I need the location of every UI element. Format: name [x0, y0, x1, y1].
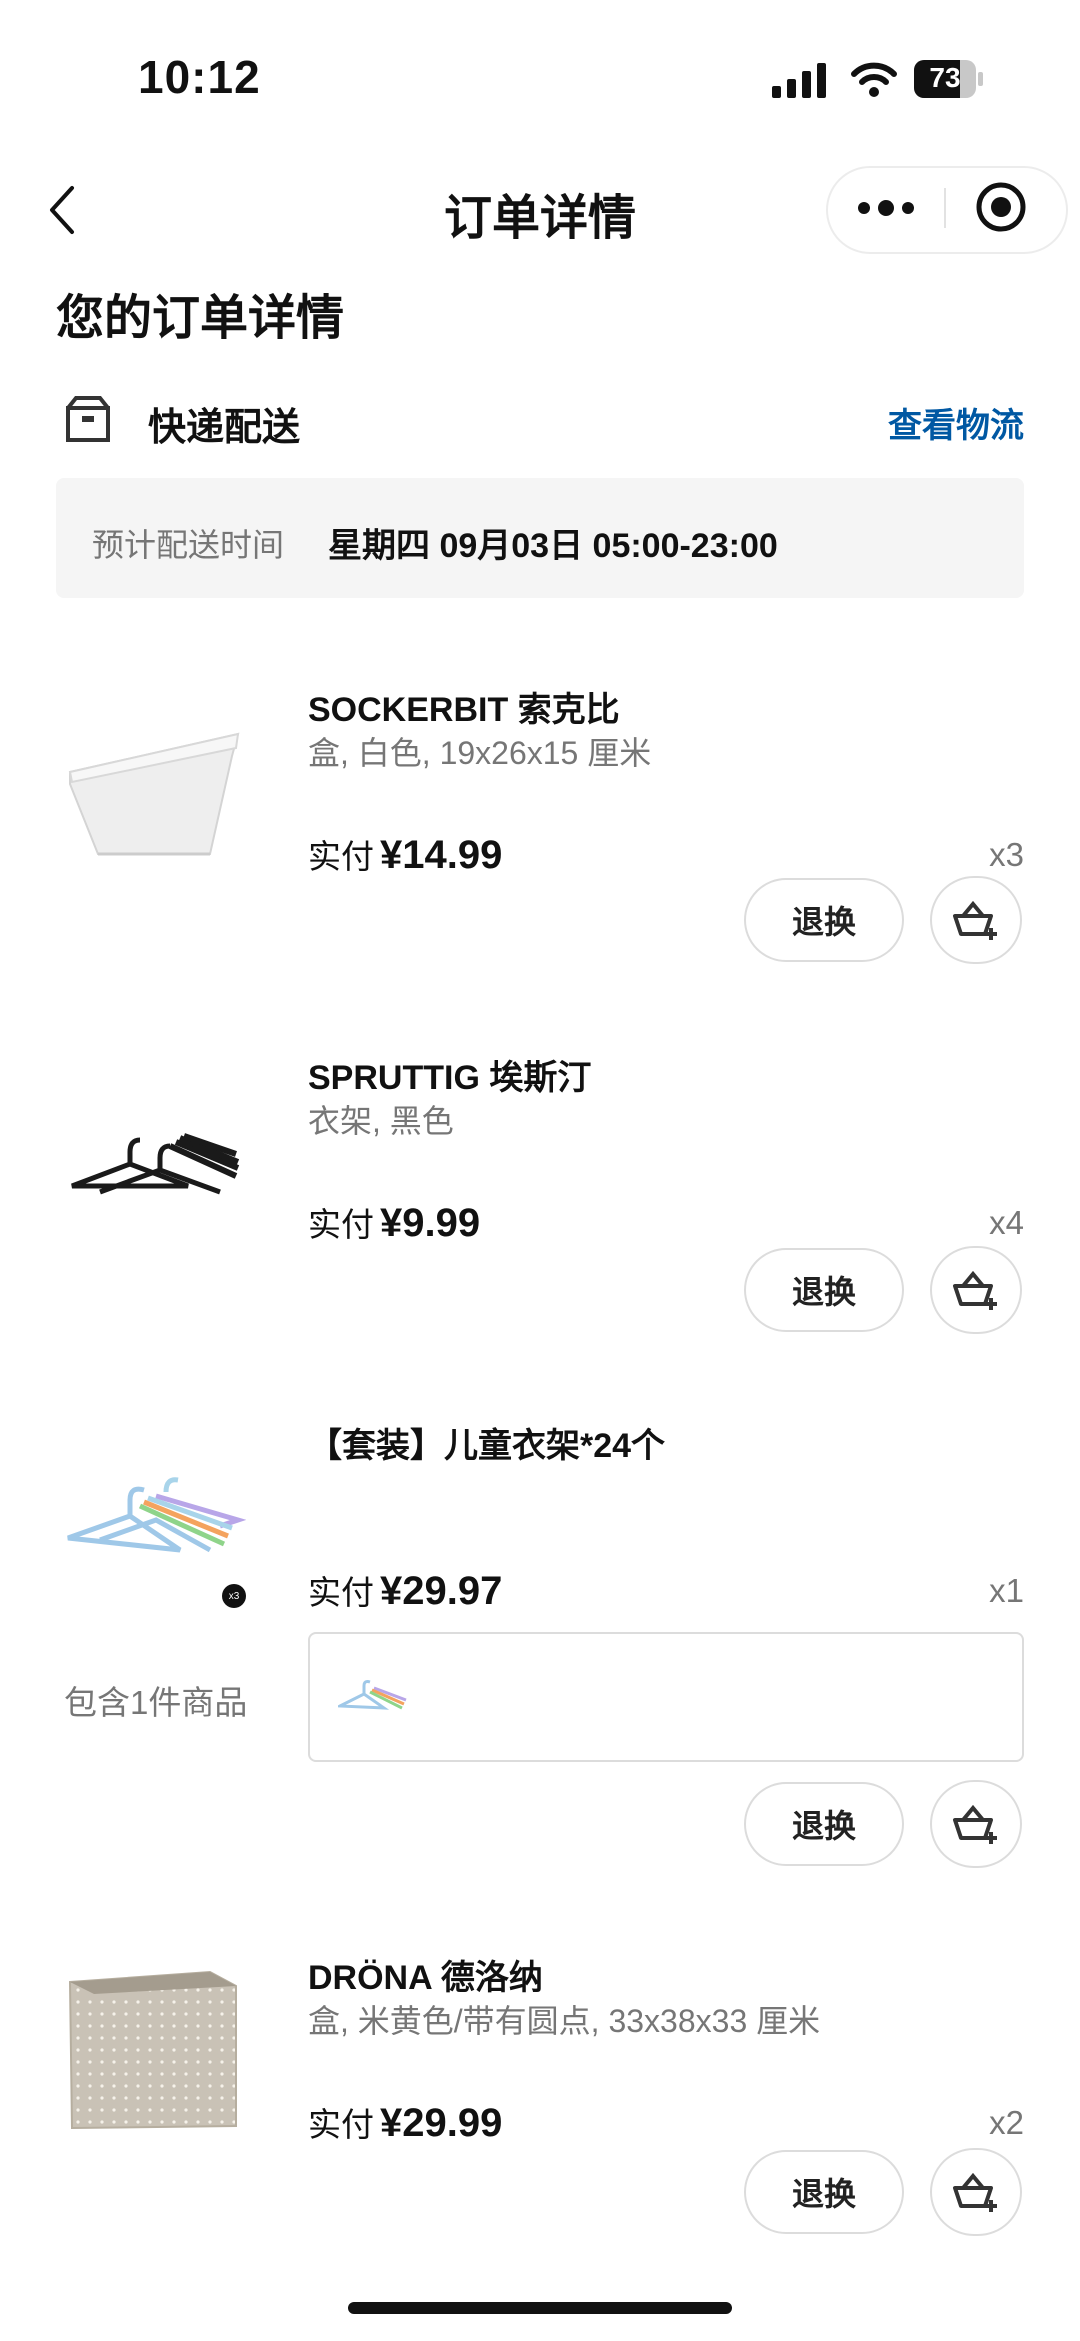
battery-icon: 73: [914, 60, 986, 98]
quantity: x2: [989, 2104, 1024, 2141]
quantity: x1: [989, 1572, 1024, 1609]
price-value: ¥9.99: [380, 1201, 481, 1245]
product-description: 盒, 米黄色/带有圆点, 33x38x33 厘米: [308, 2003, 821, 2039]
price-value: ¥14.99: [380, 833, 503, 877]
wifi-icon: [851, 62, 897, 97]
view-logistics-link[interactable]: 查看物流: [888, 398, 1024, 447]
product-name[interactable]: 【套装】儿童衣架*24个: [308, 1418, 665, 1467]
product-description: 盒, 白色, 19x26x15 厘米: [308, 735, 652, 771]
price-value: ¥29.97: [380, 1569, 503, 1613]
return-exchange-button[interactable]: 退换: [744, 1782, 904, 1866]
return-exchange-button[interactable]: 退换: [744, 2150, 904, 2234]
quantity: x3: [989, 836, 1024, 873]
product-name[interactable]: DRÖNA 德洛纳: [308, 1950, 543, 1999]
eta-value: 星期四 09月03日 05:00-23:00: [328, 527, 778, 565]
paid-label: 实付: [308, 838, 374, 875]
add-to-cart-button[interactable]: [930, 1246, 1022, 1334]
more-options-icon[interactable]: [856, 198, 916, 218]
delivery-box-icon: [66, 396, 110, 442]
cart-add-icon: [953, 900, 997, 940]
status-time: 10:12: [138, 51, 261, 103]
bundle-item-thumbnail[interactable]: [338, 1678, 408, 1714]
cart-add-icon: [953, 1270, 997, 1310]
bundle-quantity-badge: x3: [222, 1584, 246, 1608]
cart-add-icon: [953, 2172, 997, 2212]
close-miniprogram-icon[interactable]: [974, 180, 1028, 234]
quantity: x4: [989, 1204, 1024, 1241]
add-to-cart-button[interactable]: [930, 876, 1022, 964]
return-exchange-button[interactable]: 退换: [744, 1248, 904, 1332]
paid-price: 实付 ¥29.99: [308, 2098, 502, 2146]
bundle-contents-count: 包含1件商品: [64, 1684, 248, 1721]
add-to-cart-button[interactable]: [930, 2148, 1022, 2236]
product-description: 衣架, 黑色: [308, 1103, 454, 1139]
battery-level: 73: [929, 62, 961, 93]
price-value: ¥29.99: [380, 2101, 503, 2145]
product-name[interactable]: SPRUTTIG 埃斯汀: [308, 1050, 591, 1099]
return-exchange-button[interactable]: 退换: [744, 878, 904, 962]
order-details-heading: 您的订单详情: [56, 292, 345, 345]
paid-price: 实付 ¥29.97: [308, 1566, 502, 1614]
capsule-divider: [944, 188, 946, 228]
home-indicator[interactable]: [348, 2302, 732, 2314]
cellular-signal-icon: [772, 62, 826, 98]
product-image-sockerbit[interactable]: [60, 686, 246, 872]
paid-label: 实付: [308, 1206, 374, 1243]
product-image-kids-hangers[interactable]: [60, 1420, 246, 1606]
paid-price: 实付 ¥9.99: [308, 1198, 480, 1246]
product-image-drona[interactable]: [60, 1960, 246, 2146]
product-name[interactable]: SOCKERBIT 索克比: [308, 682, 620, 731]
add-to-cart-button[interactable]: [930, 1780, 1022, 1868]
shipping-method: 快递配送: [148, 407, 301, 449]
paid-label: 实付: [308, 2106, 374, 2143]
paid-price: 实付 ¥14.99: [308, 830, 502, 878]
product-image-spruttig[interactable]: [60, 1056, 246, 1242]
cart-add-icon: [953, 1804, 997, 1844]
paid-label: 实付: [308, 1574, 374, 1611]
eta-label: 预计配送时间: [92, 527, 285, 563]
bundle-items-box[interactable]: [308, 1632, 1024, 1762]
